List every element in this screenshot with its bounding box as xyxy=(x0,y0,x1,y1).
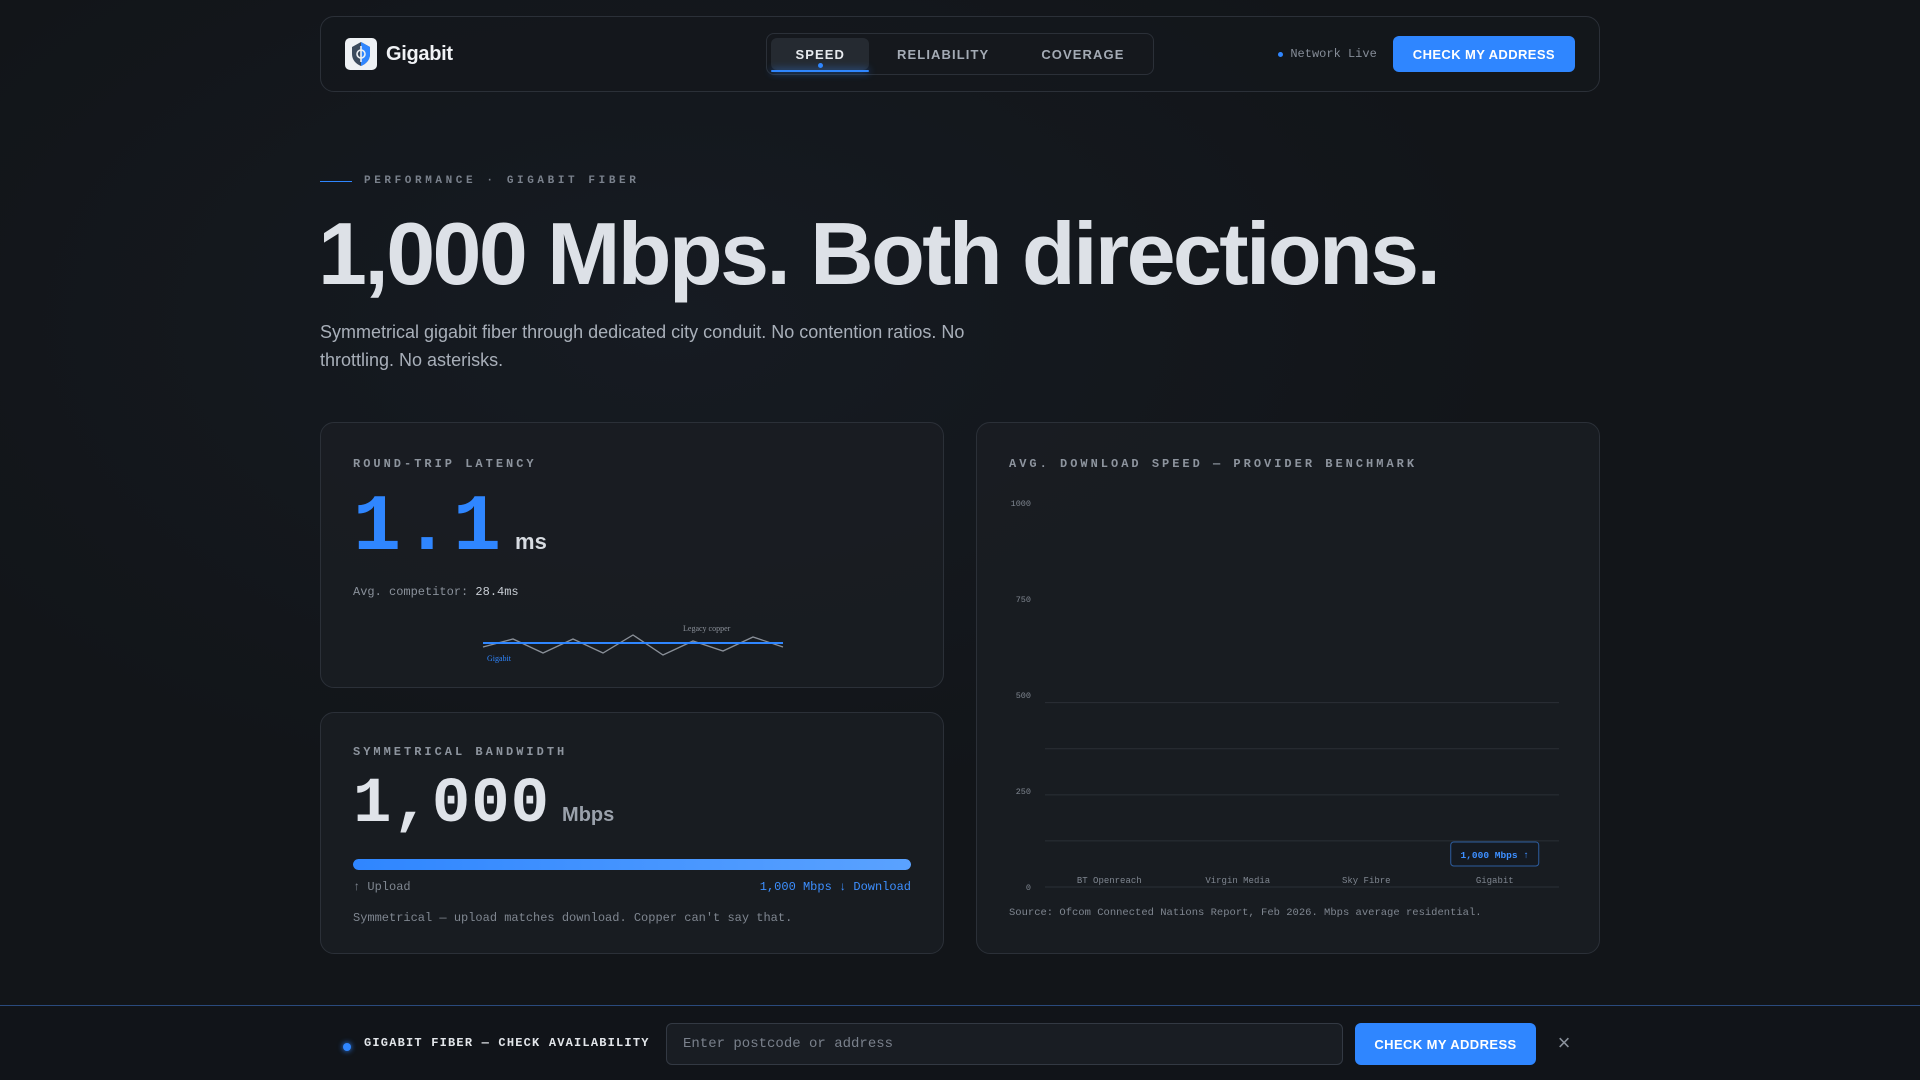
y-tick-label: 1000 xyxy=(1011,499,1031,509)
bandwidth-bar-labels: ↑ Upload 1,000 Mbps ↓ Download xyxy=(353,880,911,894)
tab-speed[interactable]: SPEED xyxy=(771,38,870,72)
legacy-copper-line xyxy=(482,634,784,656)
hero-subtitle: Symmetrical gigabit fiber through dedica… xyxy=(320,322,965,370)
competitor-latency: Avg. competitor: 28.4ms xyxy=(353,585,911,599)
gigabit-tooltip: 1,000 Mbps ↑ xyxy=(1450,841,1540,867)
nav-tabs: SPEED RELIABILITY COVERAGE xyxy=(766,33,1154,75)
latency-unit: ms xyxy=(515,529,547,554)
tab-coverage[interactable]: COVERAGE xyxy=(1017,38,1148,70)
latency-value-row: 1.1 ms xyxy=(353,489,911,569)
top-nav: Gigabit SPEED RELIABILITY COVERAGE Netwo… xyxy=(320,16,1600,92)
benchmark-label: AVG. DOWNLOAD SPEED — PROVIDER BENCHMARK xyxy=(1009,457,1418,471)
tooltip-text: 1,000 Mbps ↑ xyxy=(1461,850,1529,861)
bandwidth-note: Symmetrical — upload matches download. C… xyxy=(353,911,793,925)
competitor-value: 28.4ms xyxy=(475,585,519,599)
close-icon[interactable]: × xyxy=(1552,1031,1576,1055)
bottom-check-address-button[interactable]: CHECK MY ADDRESS xyxy=(1355,1023,1536,1065)
gigabit-legend: Gigabit xyxy=(487,654,512,663)
y-tick-label: 250 xyxy=(1016,787,1031,797)
availability-bar: GIGABIT FIBER — CHECK AVAILABILITY CHECK… xyxy=(0,1005,1920,1080)
x-tick-label: Sky Fibre xyxy=(1342,876,1391,886)
hero-title: 1,000 Mbps. Both directions. xyxy=(318,204,1441,303)
x-tick-label: Gigabit xyxy=(1476,876,1514,886)
latency-card: ROUND-TRIP LATENCY 1.1 ms Avg. competito… xyxy=(320,422,944,688)
competitor-label: Avg. competitor: xyxy=(353,585,469,599)
benchmark-chart: 0 250 500 750 1000 BT Openreach Virgin Media Sk… xyxy=(1011,499,1559,893)
legacy-copper-legend: Legacy copper xyxy=(683,624,731,633)
nav-right: Network Live CHECK MY ADDRESS xyxy=(1255,36,1575,72)
network-status: Network Live xyxy=(1278,47,1377,61)
hero-eyebrow: PERFORMANCE · GIGABIT FIBER xyxy=(320,175,639,187)
latency-sparkline: Legacy copper Gigabit xyxy=(482,624,784,663)
y-tick-label: 750 xyxy=(1016,595,1031,605)
brand[interactable]: Gigabit xyxy=(345,38,665,70)
bandwidth-value-row: 1,000 Mbps xyxy=(353,773,911,837)
eyebrow-line xyxy=(320,180,352,182)
availability-dot-icon xyxy=(343,1043,351,1051)
benchmark-source: Source: Ofcom Connected Nations Report, … xyxy=(1009,907,1482,919)
bandwidth-bar xyxy=(353,859,911,870)
eyebrow-text: PERFORMANCE · GIGABIT FIBER xyxy=(364,175,640,187)
bandwidth-bar-fill xyxy=(353,859,911,870)
benchmark-card: AVG. DOWNLOAD SPEED — PROVIDER BENCHMARK… xyxy=(976,422,1600,954)
y-tick-label: 0 xyxy=(1026,883,1031,893)
bandwidth-card: SYMMETRICAL BANDWIDTH 1,000 Mbps ↑ Uploa… xyxy=(320,712,944,954)
x-tick-label: Virgin Media xyxy=(1205,876,1270,886)
nav-check-address-button[interactable]: CHECK MY ADDRESS xyxy=(1392,36,1575,72)
status-dot-icon xyxy=(1278,51,1284,57)
download-label: 1,000 Mbps ↓ Download xyxy=(759,880,911,894)
bandwidth-label: SYMMETRICAL BANDWIDTH xyxy=(353,745,568,759)
network-status-label: Network Live xyxy=(1290,47,1377,61)
logo-icon xyxy=(345,38,377,70)
availability-label: GIGABIT FIBER — CHECK AVAILABILITY xyxy=(364,1036,650,1050)
x-tick-label: BT Openreach xyxy=(1077,876,1142,886)
latency-value: 1.1 xyxy=(353,483,504,574)
bandwidth-unit: Mbps xyxy=(562,804,615,826)
brand-name: Gigabit xyxy=(386,42,453,65)
address-input[interactable] xyxy=(666,1023,1343,1065)
upload-label: ↑ Upload xyxy=(353,880,411,894)
latency-label: ROUND-TRIP LATENCY xyxy=(353,457,537,471)
tab-reliability[interactable]: RELIABILITY xyxy=(873,38,1013,70)
y-tick-label: 500 xyxy=(1016,691,1031,701)
bandwidth-value: 1,000 xyxy=(353,769,551,841)
